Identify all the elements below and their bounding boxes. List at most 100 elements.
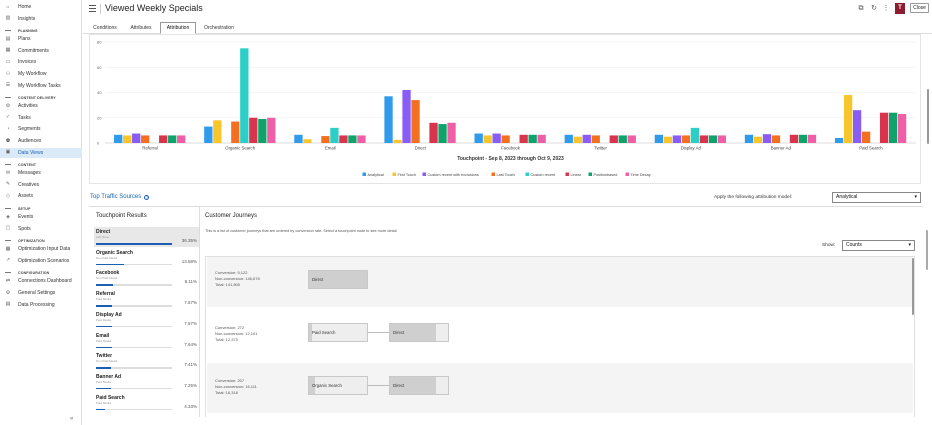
bar-linear-paid-search	[879, 112, 889, 143]
bar-linear-referral	[159, 135, 168, 143]
sidebar-item-label: General Settings	[18, 290, 56, 296]
bar-custom-recent-with-exclusions-paid-search	[852, 110, 862, 143]
touchpoint-row-display-ad[interactable]: Display Ad Paid Media 7.67%	[94, 310, 199, 330]
refresh-icon[interactable]: ↻	[870, 5, 878, 13]
touchpoint-bar-fill	[96, 408, 106, 411]
touchpoint-row-email[interactable]: Email Paid Media 7.64%	[94, 331, 199, 351]
sidebar-item-label: My Workflow Tasks	[18, 82, 61, 89]
sidebar-item-commitments[interactable]: ▦ Commitments	[0, 46, 82, 56]
sidebar-item-my-workflow-tasks[interactable]: ☰ My Workflow Tasks	[0, 81, 82, 91]
touchpoint-bar-track	[96, 284, 172, 286]
journey-node-direct[interactable]: Direct	[389, 323, 449, 342]
sidebar-item-audiences[interactable]: ⚉ Audiences	[0, 136, 82, 146]
touchpoint-row-paid-search[interactable]: Paid Search Paid Media 4.33%	[94, 393, 199, 413]
sidebar-item-segments[interactable]: ◔ Segments	[0, 124, 82, 134]
bar-positionbased-organic-search	[258, 119, 267, 143]
sidebar-section-label: CONTENT	[18, 162, 37, 167]
data-views-icon: ▣	[5, 149, 11, 156]
bar-positionbased-banner-ad	[798, 134, 808, 143]
copy-icon[interactable]: ⧉	[857, 5, 865, 13]
tab-attributes[interactable]: Attributes	[125, 22, 157, 34]
main-scrollbar[interactable]	[926, 230, 928, 270]
sidebar-item-optimization-input-data[interactable]: ▦ Optimization Input Data	[0, 244, 82, 254]
tab-orchestration[interactable]: Orchestration	[199, 22, 239, 34]
bar-analytical-banner-ad	[744, 134, 754, 143]
touchpoint-percent: 36.35%	[181, 238, 197, 243]
journey-node-paid-search[interactable]: Paid Search	[308, 323, 368, 342]
sidebar-item-optimization-scenarios[interactable]: ↗ Optimization Scenarios	[0, 256, 82, 266]
bar-custom-recent-email	[330, 127, 339, 143]
bar-time-decay-paid-search	[897, 113, 907, 143]
sidebar-item-connections-dashboard[interactable]: ⇄ Connections Dashboard	[0, 276, 82, 286]
sidebar-item-home[interactable]: ⌂ Home	[0, 2, 82, 12]
hamburger-menu-icon[interactable]	[89, 5, 96, 12]
journey-node-label: Direct	[393, 330, 405, 335]
touchpoint-percent: 13.58%	[181, 258, 197, 264]
touchpoint-row-direct[interactable]: Direct (nd) None 36.35%	[94, 227, 199, 247]
sidebar-item-data-views[interactable]: ▣ Data Views	[0, 147, 82, 158]
touchpoint-bar-fill	[96, 263, 125, 266]
chart-scrollbar[interactable]	[926, 34, 930, 184]
sidebar-item-creatives[interactable]: ✎ Creatives	[0, 180, 82, 190]
sidebar-item-label: Segments	[18, 126, 41, 133]
show-select[interactable]: Counts ▾	[842, 240, 915, 251]
sidebar-section-label: CONFIGURATION	[18, 270, 50, 275]
touchpoint-row-organic-search[interactable]: Organic Search Non Paid Media 13.58%	[94, 248, 199, 268]
sidebar-item-plans[interactable]: ▤ Plans	[0, 34, 82, 44]
bar-positionbased-direct	[438, 124, 447, 143]
sidebar-item-activities[interactable]: ⚙ Activities	[0, 101, 82, 111]
journey-node-organic-search[interactable]: Organic Search	[308, 376, 368, 395]
sidebar-item-insights[interactable]: ▥ Insights	[0, 14, 82, 24]
touchpoint-results-title: Touchpoint Results	[96, 213, 147, 219]
journey-row: Conversion: 5,122 Non-conversion: 146,678…	[207, 257, 913, 307]
more-icon[interactable]: ⋮	[882, 5, 890, 13]
sidebar-section-label: PLANNING	[18, 28, 38, 33]
home-icon: ⌂	[6, 3, 10, 10]
x-tick-label: Direct	[415, 146, 427, 151]
bar-positionbased-paid-search	[888, 112, 898, 143]
page-title: Viewed Weekly Specials	[105, 3, 203, 13]
x-tick-label: Display Ad	[681, 146, 702, 151]
attribution-model-select[interactable]: Analytical ▾	[832, 192, 921, 203]
sidebar-item-tasks[interactable]: ✓ Tasks	[0, 113, 82, 123]
sidebar-item-invoices[interactable]: ▭ Invoices	[0, 57, 82, 67]
tab-attribution[interactable]: Attribution	[160, 22, 196, 34]
x-tick-label: Referral	[142, 146, 157, 151]
legend-swatch	[392, 172, 396, 176]
info-icon[interactable]: ?	[144, 194, 150, 200]
top-traffic-sources-title: Top Traffic Sources	[90, 194, 142, 200]
workflow-icon: ⚇	[5, 70, 11, 77]
workflow-tasks-icon: ☰	[5, 82, 11, 89]
touchpoint-media-type: Paid Media	[96, 338, 112, 343]
journey-stats: Conversion: 272 Non-conversion: 12,101 Tot…	[215, 325, 257, 343]
assets-icon: ◇	[6, 192, 10, 199]
touchpoint-row-referral[interactable]: Referral Paid Media 7.67%	[94, 289, 199, 309]
sidebar-item-data-processing[interactable]: ▤ Data Processing	[0, 300, 82, 310]
touchpoint-results-panel: Touchpoint Results Direct (nd) None 36.35%…	[89, 207, 200, 417]
sidebar-item-my-workflow[interactable]: ⚇ My Workflow	[0, 69, 82, 79]
bar-positionbased-facebook	[528, 134, 537, 143]
touchpoint-row-twitter[interactable]: Twitter Non Paid Media 7.41%	[94, 351, 199, 371]
journey-row: Conversion: 272 Non-conversion: 12,101 Tot…	[207, 310, 913, 360]
touchpoint-bar-fill	[96, 346, 112, 348]
touchpoint-row-banner-ad[interactable]: Banner Ad Paid Media 7.25%	[94, 372, 199, 392]
x-tick-label: Organic Search	[225, 146, 255, 151]
sidebar-item-general-settings[interactable]: ⚙ General Settings	[0, 288, 82, 298]
tab-conditions[interactable]: Conditions	[89, 22, 121, 34]
app-badge[interactable]: T	[895, 3, 905, 14]
journey-node-direct[interactable]: Direct	[308, 270, 368, 289]
sidebar-item-events[interactable]: ◈ Events	[0, 212, 82, 222]
sidebar-item-assets[interactable]: ◇ Assets	[0, 191, 82, 201]
sidebar-item-spots[interactable]: ▢ Spots	[0, 224, 82, 234]
attribution-model-label: Apply the following attribution model:	[714, 195, 793, 200]
touchpoint-row-facebook[interactable]: Facebook Non Paid Media 8.11%	[94, 268, 199, 288]
tasks-icon: ✓	[5, 114, 11, 121]
bar-last-touch-email	[321, 136, 330, 143]
show-label: Show:	[822, 243, 836, 248]
journey-node-direct[interactable]: Direct	[389, 376, 449, 395]
close-button[interactable]: Close	[910, 3, 929, 13]
legend-label: Linear	[571, 173, 582, 177]
sidebar-item-messages[interactable]: ✉ Messages	[0, 168, 82, 178]
journeys-scrollbar[interactable]	[912, 258, 914, 315]
collapse-sidebar-icon[interactable]: «	[70, 416, 73, 422]
